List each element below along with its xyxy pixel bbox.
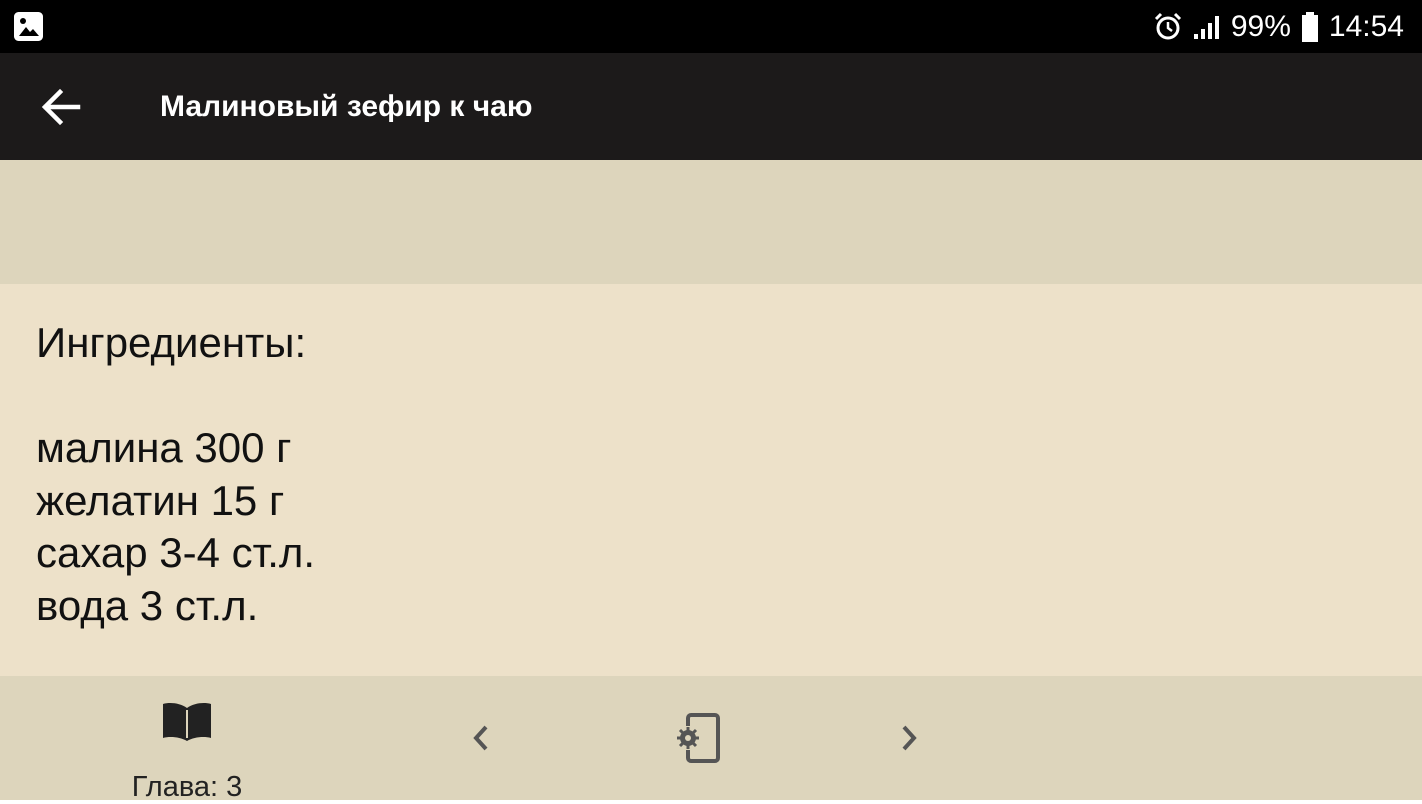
chapter-button[interactable]: Глава: 3 <box>112 696 262 803</box>
recipe-content: Ингредиенты: малина 300 г желатин 15 г с… <box>0 284 1422 676</box>
chapter-label: Глава: 3 <box>131 771 243 803</box>
book-icon <box>163 703 211 741</box>
status-bar: 99% 14:54 <box>0 0 1422 53</box>
screen-settings-button[interactable] <box>666 704 726 772</box>
battery-percent: 99% <box>1230 9 1291 43</box>
header-band <box>0 160 1422 284</box>
app-bar: Малиновый зефир к чаю <box>0 53 1422 160</box>
ingredient-item: сахар 3-4 ст.л. <box>36 529 316 576</box>
ingredient-item: малина 300 г <box>36 424 292 471</box>
ingredients-heading: Ингредиенты: <box>36 319 307 366</box>
page-title: Малиновый зефир к чаю <box>160 90 533 123</box>
recipe-text: Ингредиенты: малина 300 г желатин 15 г с… <box>36 317 315 632</box>
arrow-left-icon <box>41 88 81 126</box>
ingredient-item: желатин 15 г <box>36 476 285 524</box>
chevron-left-icon <box>473 725 488 751</box>
back-button[interactable] <box>32 78 90 136</box>
status-time: 14:54 <box>1328 9 1404 43</box>
battery-icon <box>1301 11 1318 42</box>
signal-icon <box>1193 15 1219 39</box>
chevron-right-icon <box>902 725 917 751</box>
next-page-button[interactable] <box>879 704 939 772</box>
bottom-toolbar: Глава: 3 <box>0 676 1422 803</box>
alarm-icon <box>1154 12 1181 39</box>
phone-settings-icon <box>677 713 720 763</box>
previous-page-button[interactable] <box>451 704 511 772</box>
ingredient-item: вода 3 ст.л. <box>36 581 259 629</box>
image-icon <box>14 12 43 41</box>
